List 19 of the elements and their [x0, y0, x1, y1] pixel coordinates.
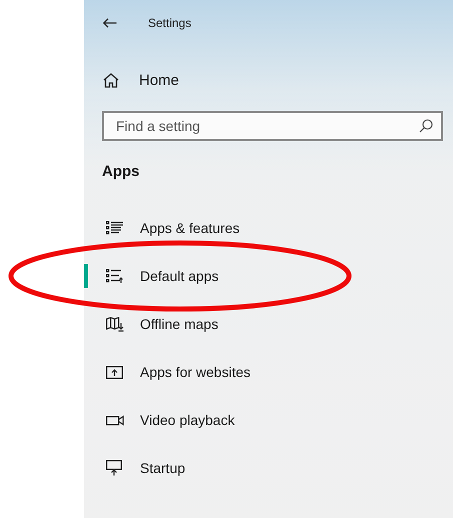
search-field[interactable]: Find a setting — [102, 111, 443, 141]
home-icon[interactable] — [103, 72, 119, 88]
upload-window-icon — [106, 366, 123, 378]
list-arrow-icon — [106, 269, 124, 283]
nav-item[interactable]: Apps for websites — [140, 364, 250, 380]
search-icon[interactable] — [419, 119, 433, 133]
back-icon[interactable] — [103, 18, 117, 28]
nav-item[interactable]: Default apps — [140, 268, 219, 284]
list-icon — [106, 221, 124, 235]
section-heading: Apps — [102, 163, 140, 180]
window-title: Settings — [148, 16, 192, 30]
nav-item[interactable]: Video playback — [140, 412, 235, 428]
monitor-icon — [106, 460, 122, 476]
map-icon — [106, 316, 124, 332]
nav-item[interactable]: Startup — [140, 460, 186, 476]
video-camera-icon — [106, 414, 124, 426]
nav-item[interactable]: Apps & features — [140, 220, 240, 236]
home-link[interactable]: Home — [139, 72, 180, 88]
nav-item[interactable]: Offline maps — [140, 316, 218, 332]
